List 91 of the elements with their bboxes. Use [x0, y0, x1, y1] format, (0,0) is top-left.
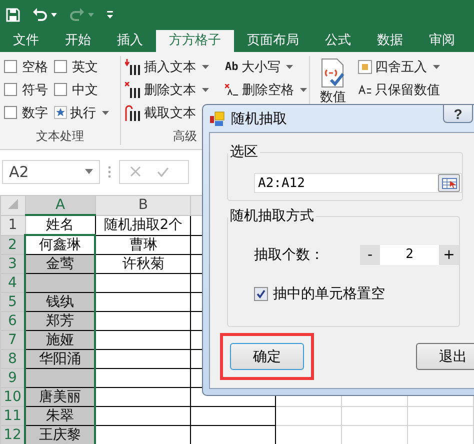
name-box[interactable]: A2 [2, 160, 100, 184]
drag-handle-icon [108, 166, 111, 178]
table-icon [358, 60, 372, 74]
checkbox-label: 中文 [72, 82, 98, 98]
table-cell: 唐美丽 [25, 388, 96, 406]
table-cell: 朱翠 [25, 406, 96, 426]
caret-icon [202, 88, 209, 92]
ribbon-tab[interactable]: 公式 [312, 30, 364, 52]
text-format-icon [358, 84, 372, 94]
row-header[interactable]: 10 [0, 388, 25, 406]
count-label: 抽取个数： [254, 246, 324, 264]
table-cell: 曹琳 [95, 235, 191, 254]
checkbox[interactable] [54, 83, 67, 96]
group-title: 选区 [229, 143, 259, 161]
row-header[interactable]: 3 [0, 254, 25, 274]
insert-text-icon [125, 58, 141, 74]
checkbox-label: 英文 [72, 58, 98, 76]
ribbon-tab[interactable]: 文件 [0, 30, 52, 52]
ribbon-tab[interactable]: 插入 [104, 30, 156, 52]
row-header[interactable]: 5 [0, 292, 25, 312]
ribbon-tab[interactable]: 审阅 [416, 30, 468, 52]
checkbox[interactable] [54, 60, 67, 73]
caret-icon [286, 64, 294, 68]
ribbon-tab[interactable]: 数据 [364, 30, 416, 52]
column-header[interactable]: A [25, 196, 96, 215]
checkbox-label: 数字 [22, 104, 48, 122]
dialog-title: 随机抽取 [231, 110, 287, 128]
checkbox[interactable] [4, 106, 17, 119]
table-cell: 施娅 [25, 330, 96, 350]
checkbox[interactable] [4, 83, 17, 96]
exit-button[interactable]: 退出 [416, 343, 474, 370]
row-header[interactable]: 9 [0, 368, 25, 388]
range-field[interactable]: A2:A12 [254, 173, 462, 193]
table-cell: 钱纨 [25, 292, 96, 312]
count-field[interactable]: 2 [380, 245, 439, 265]
case-button[interactable]: Ab 大小写 [225, 58, 307, 75]
table-cell: 许秋菊 [95, 254, 191, 274]
help-button[interactable]: ? [443, 104, 473, 123]
ribbon-tab[interactable]: 方方格子 [156, 30, 234, 52]
delete-text-icon [125, 82, 141, 98]
group-title: 随机抽取方式 [229, 207, 315, 225]
number-button[interactable]: 数值 [314, 58, 352, 143]
table-cell: 何鑫琳 [25, 235, 96, 254]
row-header[interactable]: 11 [0, 406, 25, 426]
app-icon [209, 110, 225, 126]
round-button[interactable]: 四舍五入 [358, 58, 440, 75]
extract-text-icon [125, 104, 141, 120]
keep-number-button[interactable]: 只保留数值 [358, 81, 440, 98]
decrement-button[interactable]: - [360, 245, 380, 265]
checkbox-label: 抽中的单元格置空 [273, 285, 385, 303]
table-cell: 王庆黎 [25, 426, 96, 444]
group-label: 高级 [172, 128, 198, 145]
checkbox-label: 符号 [22, 82, 48, 98]
undo-icon[interactable] [32, 8, 48, 22]
checkbox[interactable] [4, 60, 17, 73]
table-cell: 随机抽取2个 [95, 215, 191, 235]
caret-icon [433, 64, 440, 68]
table-cell: 华阳涌 [25, 350, 96, 368]
checkbox-label: 空格 [22, 58, 48, 76]
column-header[interactable]: B [95, 196, 191, 215]
text-command-button[interactable]: 删除文本 [125, 81, 209, 98]
run-button[interactable]: 执行 [54, 104, 109, 121]
trim-button[interactable]: 删除空格 [225, 81, 307, 98]
caret-icon[interactable] [51, 13, 57, 17]
confirm-icon[interactable] [157, 166, 169, 176]
row-header[interactable]: 7 [0, 330, 25, 350]
caret-icon [102, 110, 109, 114]
row-header[interactable]: 6 [0, 312, 25, 330]
increment-button[interactable]: + [439, 245, 459, 265]
ribbon-tab[interactable]: 页面布局 [234, 30, 312, 52]
row-header[interactable]: 12 [0, 426, 25, 444]
save-icon[interactable] [6, 8, 20, 22]
customize-icon[interactable] [106, 11, 114, 19]
row-header[interactable]: 1 [0, 215, 25, 235]
row-header[interactable]: 4 [0, 274, 25, 292]
caret-icon [202, 64, 209, 68]
row-header[interactable]: 8 [0, 350, 25, 368]
select-range-icon[interactable] [442, 178, 456, 188]
remove-spaces-icon [225, 84, 239, 96]
corner-triangle-icon [8, 199, 18, 210]
group-label: 文本处理 [35, 128, 85, 145]
checkbox[interactable] [254, 287, 268, 301]
ribbon-tab[interactable]: 开始 [52, 30, 104, 52]
star-icon [54, 106, 67, 119]
table-cell: 郑芳 [25, 312, 96, 330]
table-cell: 金莺 [25, 254, 96, 274]
row-header[interactable]: 2 [0, 235, 25, 254]
text-command-button[interactable]: 插入文本 [125, 58, 209, 75]
ok-button[interactable]: 确定 [230, 343, 304, 370]
cancel-icon[interactable] [130, 166, 141, 177]
caret-icon [300, 88, 307, 92]
